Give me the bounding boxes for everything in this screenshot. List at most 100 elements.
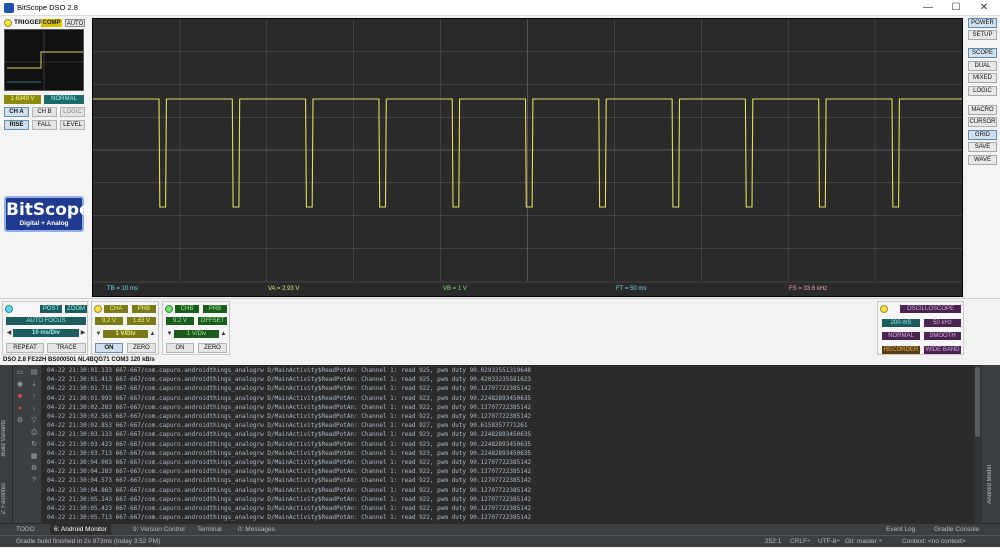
comp-toggle[interactable]: COMP	[41, 19, 62, 27]
gear-icon[interactable]: ⚙	[30, 465, 38, 473]
screenshot-icon[interactable]: ◉	[16, 381, 24, 389]
trace-button[interactable]: TRACE	[47, 343, 86, 353]
timebase-down-icon[interactable]: ◀	[6, 329, 12, 337]
chb-scale-down-icon[interactable]: ▼	[166, 330, 173, 338]
power-button[interactable]: POWER	[968, 18, 997, 28]
bandwidth-value[interactable]: 50 kHz	[924, 319, 961, 327]
cha-scale-up-icon[interactable]: ▲	[149, 330, 156, 338]
display-led-icon[interactable]	[880, 305, 888, 313]
favorites-tab[interactable]: 2: Favorites	[1, 483, 7, 514]
save-button[interactable]: SAVE	[968, 142, 997, 152]
dual-button[interactable]: DUAL	[968, 61, 997, 71]
source-logic-button[interactable]: LOGIC	[60, 107, 85, 117]
timebase-measure: TB = 10 ms	[107, 286, 138, 292]
smooth-button[interactable]: SMOOTH	[924, 332, 961, 340]
recorder-button[interactable]: RECORDER	[882, 346, 920, 354]
channel-b-led-icon[interactable]	[165, 305, 173, 313]
cha-scale-value[interactable]: 1 V/Div	[103, 330, 148, 338]
context-indicator[interactable]: Context: <no context>	[902, 536, 966, 548]
android-model-tab[interactable]: Android Model	[987, 465, 993, 504]
ide-status-bar: Gradle build finished in 2s 973ms (today…	[0, 535, 1000, 547]
waveform-plot	[93, 19, 962, 283]
print-icon[interactable]: ⎙	[30, 429, 38, 437]
cha-offset-value[interactable]: 1.63 V	[127, 317, 156, 325]
logcat-output[interactable]: 04-22 21:30:01.133 667-667/com.capuro.an…	[42, 365, 982, 523]
cha-range-value[interactable]: 9.2 V	[95, 317, 123, 325]
timebase-value[interactable]: 10 ms/Div	[13, 329, 79, 337]
chb-scale-value[interactable]: 1 V/Div	[174, 330, 219, 338]
scroll-end-icon[interactable]: ⇣	[30, 381, 38, 389]
log-line: 04-22 21:30:04.573 667-667/com.capuro.an…	[47, 477, 532, 485]
post-button[interactable]: POST	[40, 305, 62, 313]
scope-display[interactable]: TB = 10 ms VA = 2.93 V VB = 1 V FT = 50 …	[92, 18, 963, 297]
cha-zero-button[interactable]: ZERO	[127, 343, 156, 353]
scope-grid	[93, 19, 962, 283]
record-icon[interactable]: ●	[16, 405, 24, 413]
scope-button[interactable]: SCOPE	[968, 48, 997, 58]
zoom-button[interactable]: ZOOM	[65, 305, 87, 313]
chb-zero-button[interactable]: ZERO	[198, 343, 227, 353]
restart-icon[interactable]: ↻	[30, 441, 38, 449]
source-cha-button[interactable]: CH A	[4, 107, 29, 117]
maximize-button[interactable]: ☐	[942, 0, 970, 16]
clear-log-icon[interactable]: ▤	[30, 369, 38, 377]
normal-button[interactable]: NORMAL	[882, 332, 920, 340]
line-separator[interactable]: CRLF÷	[790, 536, 811, 548]
log-scroll-thumb[interactable]	[975, 367, 980, 437]
help-icon[interactable]: ?	[30, 477, 38, 485]
trigger-preview-plot	[5, 30, 83, 90]
chb-on-button[interactable]: ON	[166, 343, 194, 353]
up-icon[interactable]: ↑	[30, 393, 38, 401]
build-variants-tab[interactable]: Build Variants	[1, 420, 7, 457]
timebase-up-icon[interactable]: ▶	[80, 329, 86, 337]
close-button[interactable]: ✕	[970, 0, 998, 16]
wideband-button[interactable]: WIDE BAND	[924, 346, 961, 354]
edge-level-button[interactable]: LEVEL	[60, 120, 85, 130]
control-strip: POST ZOOM AUTO FOCUS ◀ 10 ms/Div ▶ REPEA…	[0, 298, 1000, 356]
cha-button[interactable]: CHA	[104, 305, 128, 313]
timebase-led-icon[interactable]	[5, 305, 13, 313]
auto-toggle[interactable]: AUTO	[65, 19, 85, 27]
filter-icon[interactable]: ▽	[30, 417, 38, 425]
device-icon[interactable]: ▭	[16, 369, 24, 377]
edge-rise-button[interactable]: RISE	[4, 120, 29, 130]
settings-icon[interactable]: ⚙	[16, 417, 24, 425]
android-studio-panel: Build Variants 2: Favorites ▭ ◉ ■ ● ⚙ ▤ …	[0, 365, 1000, 547]
trigger-led-icon[interactable]	[4, 19, 12, 27]
git-branch[interactable]: Git: master ÷	[845, 536, 882, 548]
macro-button[interactable]: MACRO	[968, 105, 997, 115]
cha-probe-button[interactable]: PRB	[132, 305, 156, 313]
vb-measure: VB = 1 V	[443, 286, 467, 292]
log-line: 04-22 21:30:02.563 667-667/com.capuro.an…	[47, 413, 532, 420]
down-icon[interactable]: ↓	[30, 405, 38, 413]
trigger-mode[interactable]: NORMAL	[44, 95, 84, 104]
layout-icon[interactable]: ▦	[30, 453, 38, 461]
rate-value[interactable]: 200 mS	[882, 319, 920, 327]
log-scrollbar[interactable]	[974, 365, 982, 523]
mixed-button[interactable]: MIXED	[968, 73, 997, 83]
chb-offset-button[interactable]: OFFSET	[198, 317, 227, 325]
cursor-position[interactable]: 252:1	[765, 536, 781, 548]
minimize-button[interactable]: —	[914, 0, 942, 16]
chb-button[interactable]: CHB	[175, 305, 199, 313]
cha-on-button[interactable]: ON	[95, 343, 123, 353]
channel-a-led-icon[interactable]	[94, 305, 102, 313]
file-encoding[interactable]: UTF-8÷	[818, 536, 840, 548]
grid-button[interactable]: GRID	[968, 130, 997, 140]
autofocus-button[interactable]: AUTO FOCUS	[6, 317, 86, 325]
chb-probe-button[interactable]: PRB	[203, 305, 227, 313]
wave-button[interactable]: WAVE	[968, 155, 997, 165]
chb-scale-up-icon[interactable]: ▲	[220, 330, 227, 338]
trigger-level-readout[interactable]: 1.6349 V	[4, 95, 41, 104]
chb-range-value[interactable]: 9.2 V	[166, 317, 194, 325]
cha-scale-down-icon[interactable]: ▼	[95, 330, 102, 338]
log-line: 04-22 21:30:01.413 667-667/com.capuro.an…	[47, 376, 532, 384]
oscilloscope-mode-button[interactable]: OSCILLOSCOPE	[900, 305, 961, 313]
cursor-button[interactable]: CURSOR	[968, 117, 997, 127]
edge-fall-button[interactable]: FALL	[32, 120, 57, 130]
repeat-button[interactable]: REPEAT	[6, 343, 44, 353]
setup-button[interactable]: SETUP	[968, 30, 997, 40]
stop-icon[interactable]: ■	[16, 393, 24, 401]
logic-button[interactable]: LOGIC	[968, 86, 997, 96]
source-chb-button[interactable]: CH B	[32, 107, 57, 117]
